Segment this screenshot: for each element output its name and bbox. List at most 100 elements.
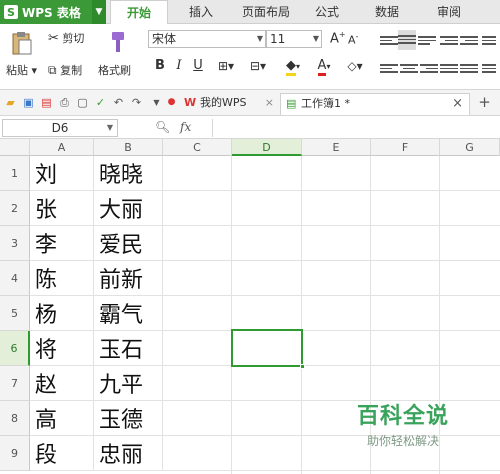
font-size-select[interactable]: 11 ▼ bbox=[266, 30, 322, 48]
undo-icon[interactable]: ↶ bbox=[112, 96, 125, 109]
row-header[interactable]: 1 bbox=[0, 156, 30, 191]
cell-b9[interactable]: 忠丽 bbox=[94, 436, 163, 471]
cell-a3[interactable]: 李 bbox=[30, 226, 94, 261]
cell-a9[interactable]: 段 bbox=[30, 436, 94, 471]
row-header-selected[interactable]: 6 bbox=[0, 331, 30, 366]
save-icon[interactable]: ▣ bbox=[22, 96, 35, 109]
app-menu-button[interactable]: S WPS 表格 ▼ bbox=[0, 0, 106, 24]
cell-b3[interactable]: 爱民 bbox=[94, 226, 163, 261]
cell-a2[interactable]: 张 bbox=[30, 191, 94, 226]
cell-b1[interactable]: 晓晓 bbox=[94, 156, 163, 191]
formula-input[interactable] bbox=[212, 119, 498, 137]
fill-handle[interactable] bbox=[300, 364, 305, 369]
print-icon[interactable]: ⎙ bbox=[58, 96, 71, 109]
pin-icon[interactable]: ● bbox=[165, 96, 178, 109]
cell-b7[interactable]: 九平 bbox=[94, 366, 163, 401]
column-header[interactable]: F bbox=[371, 139, 440, 156]
name-box-value: D6 bbox=[51, 121, 69, 135]
column-header[interactable]: C bbox=[163, 139, 232, 156]
app-menu-chevron-icon[interactable]: ▼ bbox=[92, 0, 106, 24]
select-all-corner[interactable] bbox=[0, 139, 30, 156]
export-pdf-icon[interactable]: ▤ bbox=[40, 96, 53, 109]
cell-b6[interactable]: 玉石 bbox=[94, 331, 163, 366]
fx-icon[interactable]: fx bbox=[180, 120, 191, 134]
align-left-icon[interactable] bbox=[380, 62, 398, 76]
cell-a8[interactable]: 高 bbox=[30, 401, 94, 436]
column-header[interactable]: E bbox=[302, 139, 371, 156]
wrap-text-icon[interactable] bbox=[482, 34, 496, 48]
doc-tab-workbook[interactable]: ▤ 工作簿1 * × bbox=[280, 93, 470, 115]
border-icon[interactable]: ⊞▾ bbox=[212, 58, 240, 74]
clear-format-icon[interactable]: ◇▾ bbox=[342, 58, 368, 74]
chevron-down-icon[interactable]: ▼ bbox=[107, 120, 113, 136]
merge-center-icon[interactable] bbox=[482, 62, 496, 76]
cell-a6[interactable]: 将 bbox=[30, 331, 94, 366]
row-header[interactable]: 5 bbox=[0, 296, 30, 331]
cell-b4[interactable]: 前新 bbox=[94, 261, 163, 296]
tab-data[interactable]: 数据 bbox=[364, 0, 410, 24]
align-center-icon[interactable] bbox=[400, 62, 418, 76]
column-header[interactable]: G bbox=[440, 139, 500, 156]
cell-b2[interactable]: 大丽 bbox=[94, 191, 163, 226]
paste-label: 粘贴 bbox=[6, 64, 28, 77]
align-right-icon[interactable] bbox=[420, 62, 438, 76]
redo-icon[interactable]: ↷ bbox=[130, 96, 143, 109]
column-header-selected[interactable]: D bbox=[232, 139, 302, 156]
tab-insert[interactable]: 插入 bbox=[176, 0, 226, 24]
font-color-icon[interactable]: A▾ bbox=[310, 58, 338, 76]
cut-button[interactable]: ✂ 剪切 bbox=[48, 30, 84, 46]
justify-icon[interactable] bbox=[440, 62, 458, 76]
underline-icon[interactable]: U bbox=[190, 58, 206, 74]
bold-icon[interactable]: B bbox=[152, 58, 168, 74]
new-tab-icon[interactable]: + bbox=[478, 95, 491, 110]
open-folder-icon[interactable]: ▰ bbox=[4, 96, 17, 109]
close-icon[interactable]: × bbox=[452, 94, 463, 114]
row-header[interactable]: 7 bbox=[0, 366, 30, 401]
paste-icon[interactable] bbox=[8, 30, 34, 56]
decrease-font-icon[interactable]: A- bbox=[348, 32, 358, 47]
indent-decrease-icon[interactable] bbox=[440, 34, 458, 48]
row-header[interactable]: 9 bbox=[0, 436, 30, 471]
cell-a1[interactable]: 刘 bbox=[30, 156, 94, 191]
cell-a5[interactable]: 杨 bbox=[30, 296, 94, 331]
tab-formulas[interactable]: 公式 bbox=[304, 0, 350, 24]
row-header[interactable]: 8 bbox=[0, 401, 30, 436]
tab-review[interactable]: 审阅 bbox=[426, 0, 472, 24]
cell-a7[interactable]: 赵 bbox=[30, 366, 94, 401]
merge-cells-icon[interactable]: ⊟▾ bbox=[244, 58, 272, 74]
close-icon[interactable]: × bbox=[265, 93, 274, 113]
column-header[interactable]: A bbox=[30, 139, 94, 156]
cell-a4[interactable]: 陈 bbox=[30, 261, 94, 296]
doc-tab-my-wps[interactable]: W 我的WPS × bbox=[180, 93, 276, 115]
wps-w-icon: W bbox=[184, 96, 197, 109]
indent-increase-icon[interactable] bbox=[460, 34, 478, 48]
paste-button[interactable]: 粘贴 ▾ bbox=[6, 62, 37, 78]
font-name-value: 宋体 bbox=[152, 32, 177, 46]
row-header[interactable]: 4 bbox=[0, 261, 30, 296]
font-size-value: 11 bbox=[270, 32, 286, 46]
name-box[interactable]: D6 ▼ bbox=[2, 119, 118, 137]
column-header[interactable]: B bbox=[94, 139, 163, 156]
italic-icon[interactable]: I bbox=[171, 58, 187, 74]
tab-home[interactable]: 开始 bbox=[110, 0, 168, 24]
format-painter-button[interactable]: 格式刷 bbox=[98, 62, 131, 78]
distributed-align-icon[interactable] bbox=[460, 62, 478, 76]
cell-b5[interactable]: 霸气 bbox=[94, 296, 163, 331]
format-painter-icon[interactable] bbox=[104, 29, 130, 55]
zoom-search-icon[interactable]: 🔍︎ bbox=[155, 120, 170, 134]
row-header[interactable]: 2 bbox=[0, 191, 30, 226]
tab-page-layout[interactable]: 页面布局 bbox=[234, 0, 298, 24]
copy-button[interactable]: ⧉ 复制 bbox=[48, 62, 82, 78]
print-preview-icon[interactable]: ▢ bbox=[76, 96, 89, 109]
customize-toolbar-icon[interactable]: ▼ bbox=[150, 96, 163, 109]
selected-cell-d6[interactable] bbox=[231, 329, 305, 369]
increase-font-icon[interactable]: A+ bbox=[330, 30, 346, 46]
fill-color-icon[interactable]: ◆▾ bbox=[278, 58, 308, 76]
spell-check-icon[interactable]: ✓ bbox=[94, 96, 107, 109]
font-name-select[interactable]: 宋体 ▼ bbox=[148, 30, 266, 48]
align-bottom-icon[interactable] bbox=[418, 34, 436, 48]
align-top-icon[interactable] bbox=[380, 34, 398, 48]
align-middle-icon[interactable] bbox=[398, 30, 416, 50]
row-header[interactable]: 3 bbox=[0, 226, 30, 261]
cell-b8[interactable]: 玉德 bbox=[94, 401, 163, 436]
